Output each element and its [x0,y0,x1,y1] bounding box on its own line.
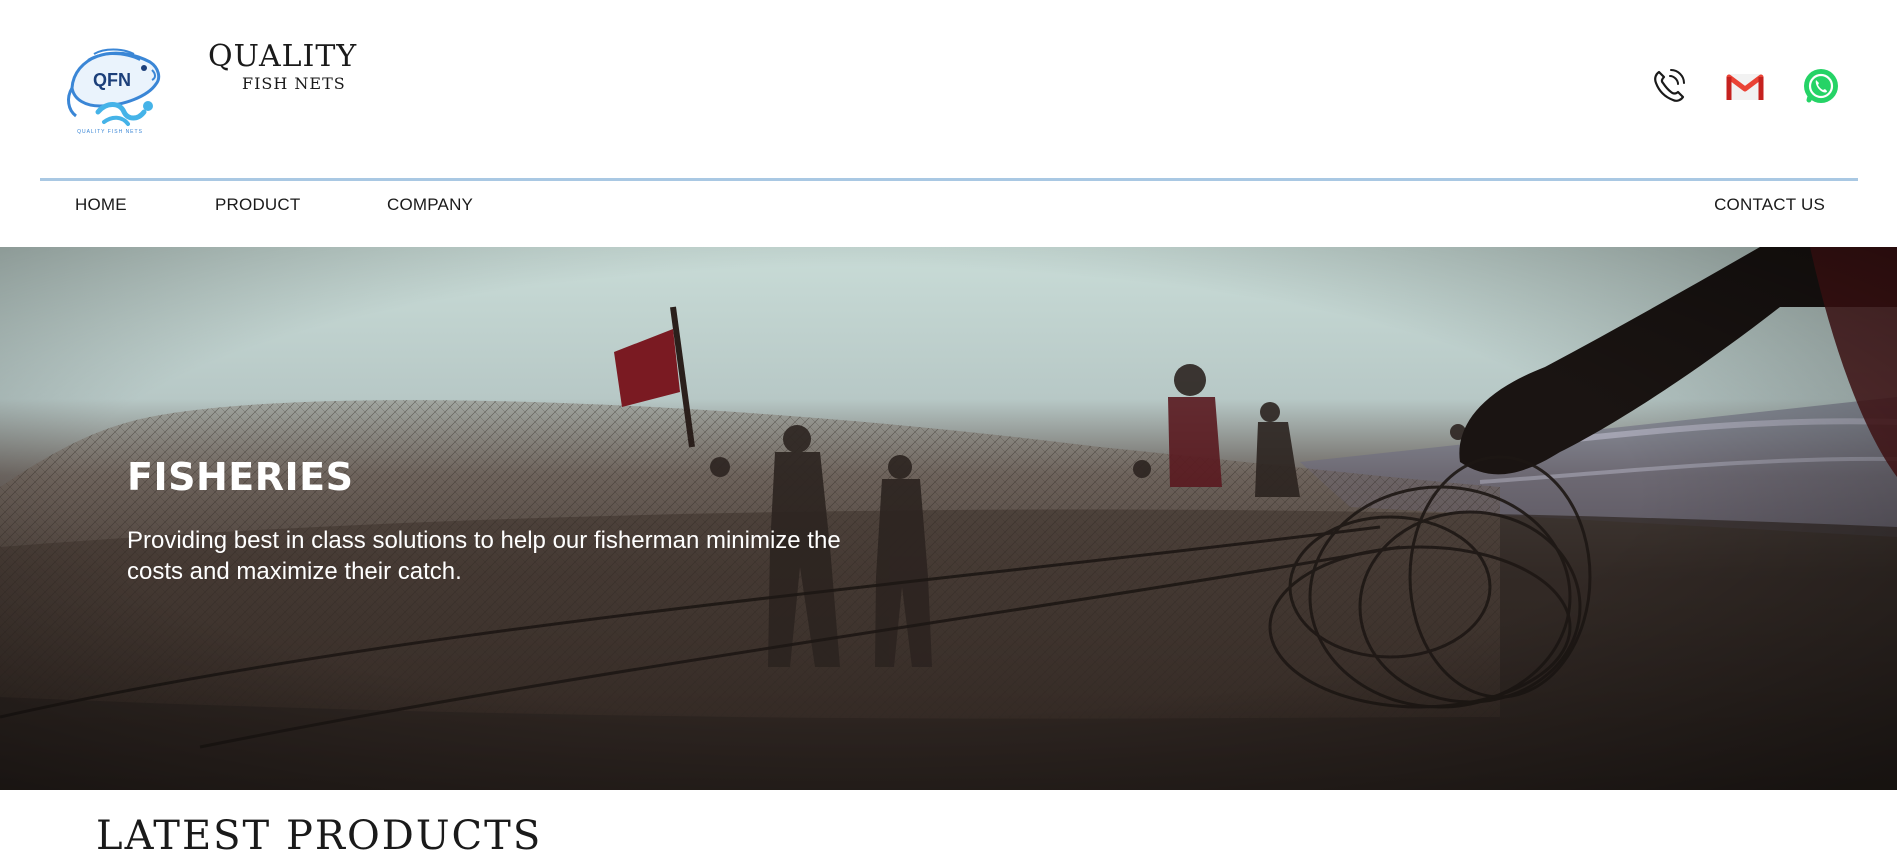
brand-title: QUALITY [208,39,358,74]
nav-product[interactable]: PRODUCT [215,195,300,215]
hero-title: FISHERIES [127,455,354,499]
latest-products-heading: LATEST PRODUCTS [96,813,543,859]
company-logo[interactable]: QFN QUALITY FISH NETS [64,40,164,135]
hero-description: Providing best in class solutions to hel… [127,527,841,585]
gmail-icon[interactable] [1725,66,1765,106]
site-header: QFN QUALITY FISH NETS QUALITY FISH NETS [0,0,1897,178]
whatsapp-icon[interactable] [1801,66,1841,106]
phone-icon[interactable] [1649,66,1689,106]
logo-tagline: QUALITY FISH NETS [77,129,143,135]
logo-text: QFN [93,70,131,90]
main-nav: HOME PRODUCT COMPANY CONTACT US [0,181,1897,247]
brand-block: QUALITY FISH NETS [208,40,357,94]
nav-home[interactable]: HOME [75,195,127,215]
nav-contact-us[interactable]: CONTACT US [1714,195,1825,215]
hero-banner: FISHERIES Providing best in class soluti… [0,247,1897,790]
brand-subtitle: FISH NETS [242,74,346,93]
nav-company[interactable]: COMPANY [387,195,473,215]
hero-image [0,247,1897,790]
contact-icons [1649,66,1841,106]
